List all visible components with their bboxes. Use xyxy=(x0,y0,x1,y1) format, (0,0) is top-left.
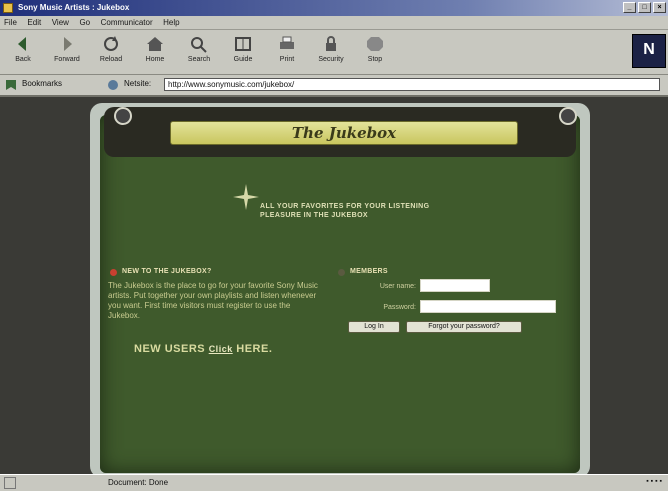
sparkle-icon xyxy=(233,184,259,210)
menu-file[interactable]: File xyxy=(0,16,21,29)
reload-label: Reload xyxy=(99,56,123,63)
close-button[interactable]: × xyxy=(653,2,666,13)
bullet-icon xyxy=(110,269,117,276)
netscape-logo[interactable]: N xyxy=(632,34,666,68)
guide-button[interactable]: Guide xyxy=(226,34,260,63)
back-button[interactable]: Back xyxy=(6,34,40,63)
page-title: The Jukebox xyxy=(291,124,397,142)
stop-button[interactable]: Stop xyxy=(358,34,392,63)
home-label: Home xyxy=(145,56,165,63)
bookmarks-label[interactable]: Bookmarks xyxy=(22,79,62,88)
status-bar: Document: Done ▪ ▪ ▪ ▪ xyxy=(0,474,668,491)
bookmarks-icon[interactable] xyxy=(4,78,18,92)
window-controls: _ □ × xyxy=(623,2,666,13)
window-titlebar: Sony Music Artists : Jukebox _ □ × xyxy=(0,0,668,16)
intro-paragraph: The Jukebox is the place to go for your … xyxy=(108,281,318,320)
username-label: User name: xyxy=(379,283,416,290)
print-button[interactable]: Print xyxy=(270,34,304,63)
security-icon xyxy=(326,36,336,51)
gear-ornament-icon xyxy=(114,107,132,125)
here-label[interactable]: HERE. xyxy=(236,343,272,355)
reload-icon xyxy=(104,36,118,51)
security-label: Security xyxy=(318,56,344,63)
forgot-password-button[interactable]: Forgot your password? xyxy=(406,321,522,333)
bullet-icon xyxy=(338,269,345,276)
new-users-label: NEW USERS xyxy=(134,343,206,355)
members-heading: MEMBERS xyxy=(350,268,388,275)
window-title: Sony Music Artists : Jukebox xyxy=(18,3,130,12)
menu-view[interactable]: View xyxy=(48,16,73,29)
status-text: Document: Done xyxy=(108,478,169,487)
back-arrow-icon xyxy=(18,37,26,51)
netscape-window-icon xyxy=(3,3,13,13)
menu-communicator[interactable]: Communicator xyxy=(97,16,157,29)
stop-label: Stop xyxy=(367,56,383,63)
print-label: Print xyxy=(279,56,295,63)
gear-ornament-icon xyxy=(559,107,577,125)
minimize-button[interactable]: _ xyxy=(623,2,636,13)
security-lock-icon[interactable] xyxy=(4,477,16,489)
new-to-jukebox-heading: NEW TO THE JUKEBOX? xyxy=(122,268,212,275)
home-icon xyxy=(147,37,163,51)
new-users-link[interactable]: Click xyxy=(209,344,233,354)
invite-text: ALL YOUR FAVORITES FOR YOUR LISTENING PL… xyxy=(260,203,430,219)
search-button[interactable]: Search xyxy=(182,34,216,63)
menu-edit[interactable]: Edit xyxy=(23,16,45,29)
page-viewport: The Jukebox ALL YOUR FAVORITES FOR YOUR … xyxy=(0,97,668,474)
password-label: Password: xyxy=(383,304,416,311)
location-icon xyxy=(108,80,118,90)
status-indicators: ▪ ▪ ▪ ▪ xyxy=(646,478,662,485)
guide-icon xyxy=(235,37,251,51)
home-button[interactable]: Home xyxy=(138,34,172,63)
url-input[interactable]: http://www.sonymusic.com/jukebox/ xyxy=(164,78,660,91)
menu-bar: File Edit View Go Communicator Help xyxy=(0,16,668,30)
print-icon xyxy=(280,36,294,49)
guide-label: Guide xyxy=(233,56,253,63)
password-field[interactable] xyxy=(420,300,556,313)
login-button[interactable]: Log In xyxy=(348,321,400,333)
back-label: Back xyxy=(15,56,31,63)
forward-label: Forward xyxy=(54,56,80,63)
menu-help[interactable]: Help xyxy=(159,16,183,29)
search-icon xyxy=(191,37,207,53)
forward-arrow-icon xyxy=(64,37,72,51)
security-button[interactable]: Security xyxy=(314,34,348,63)
new-users-line: NEW USERS Click HERE. xyxy=(134,343,272,355)
reload-button[interactable]: Reload xyxy=(94,34,128,63)
maximize-button[interactable]: □ xyxy=(638,2,651,13)
navigation-toolbar: Back Forward Reload Home Search Guide Pr… xyxy=(0,30,668,75)
forward-button[interactable]: Forward xyxy=(50,34,84,63)
search-label: Search xyxy=(187,56,211,63)
stop-icon xyxy=(367,37,383,51)
username-field[interactable] xyxy=(420,279,490,292)
jukebox-banner: The Jukebox xyxy=(170,121,518,145)
location-bar: Bookmarks Netsite: http://www.sonymusic.… xyxy=(0,75,668,97)
location-label: Netsite: xyxy=(124,79,152,88)
menu-go[interactable]: Go xyxy=(75,16,94,29)
